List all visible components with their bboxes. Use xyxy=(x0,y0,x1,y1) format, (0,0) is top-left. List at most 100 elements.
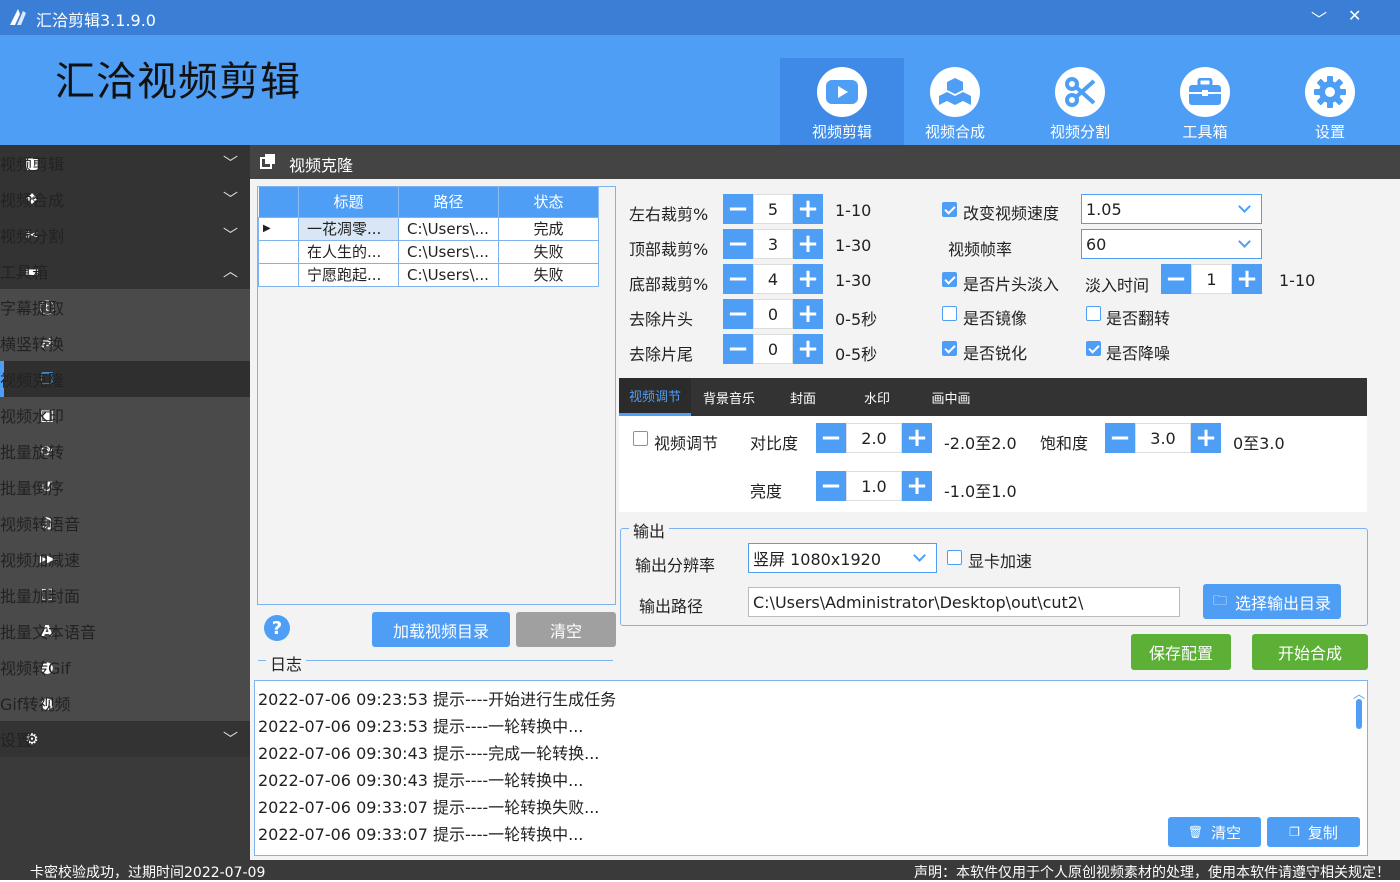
trim-tail-stepper[interactable]: −0 + xyxy=(723,334,823,364)
contrast-value[interactable]: 2.0 xyxy=(846,423,902,453)
cell-path[interactable]: C:\Users\... xyxy=(398,216,499,241)
crop-top-stepper[interactable]: −3 + xyxy=(723,229,823,259)
speed-select[interactable]: 1.05 xyxy=(1081,194,1262,224)
sidebar-item-video-to-gif[interactable]: ● 视频转Gif xyxy=(0,649,250,685)
sidebar-item-text-to-speech[interactable]: A 批量文本语音 xyxy=(0,613,250,649)
video-list-grid[interactable]: 标题 路径 状态 ▶ 一花凋零... C:\Users\... 完成 在人生的.… xyxy=(257,186,616,605)
resolution-select[interactable]: 竖屏 1080x1920 xyxy=(748,543,937,573)
clear-log-button[interactable]: 🗑 清空 xyxy=(1168,817,1261,847)
sidebar-item-batch-rotate[interactable]: ⟳ 批量旋转 xyxy=(0,433,250,469)
copy-log-button[interactable]: ❐ 复制 xyxy=(1267,817,1360,847)
trim-head-stepper[interactable]: −0 + xyxy=(723,299,823,329)
clear-list-button[interactable]: 清空 xyxy=(516,612,616,647)
nav-toolbox[interactable]: 工具箱 xyxy=(1143,58,1267,145)
plus-icon[interactable]: + xyxy=(793,264,823,294)
crop-bottom-stepper[interactable]: −4 + xyxy=(723,264,823,294)
column-header-status[interactable]: 状态 xyxy=(498,187,599,217)
brightness-value[interactable]: 1.0 xyxy=(846,471,902,501)
minus-icon[interactable]: − xyxy=(1161,264,1191,294)
close-button[interactable]: ✕ xyxy=(1348,6,1361,25)
saturation-value[interactable]: 3.0 xyxy=(1135,423,1191,453)
trim-tail-value[interactable]: 0 xyxy=(753,334,793,364)
minus-icon[interactable]: − xyxy=(723,229,753,259)
cell-path[interactable]: C:\Users\... xyxy=(398,262,499,287)
column-header-title[interactable]: 标题 xyxy=(298,187,399,217)
cell-status[interactable]: 失败 xyxy=(498,239,599,264)
sidebar-item-video-edit[interactable]: ■ 视频剪辑 ﹀ xyxy=(0,145,250,181)
brightness-stepper[interactable]: −1.0 + xyxy=(816,471,932,501)
gpu-accel-checkbox[interactable] xyxy=(947,550,962,565)
plus-icon[interactable]: + xyxy=(793,334,823,364)
tab-video-adjust[interactable]: 视频调节 xyxy=(619,378,691,416)
flip-checkbox[interactable] xyxy=(1086,306,1101,321)
cell-status[interactable]: 失败 xyxy=(498,262,599,287)
log-scrollbar-thumb[interactable] xyxy=(1356,699,1362,729)
plus-icon[interactable]: + xyxy=(793,194,823,224)
saturation-stepper[interactable]: −3.0 + xyxy=(1105,423,1221,453)
output-path-input[interactable]: C:\Users\Administrator\Desktop\out\cut2\ xyxy=(748,587,1180,617)
log-panel[interactable]: 2022-07-06 09:23:53 提示----开始进行生成任务 2022-… xyxy=(254,680,1368,856)
minus-icon[interactable]: − xyxy=(723,334,753,364)
cell-title[interactable]: 一花凋零... xyxy=(298,216,399,241)
sidebar-item-toolbox[interactable]: ▬ 工具箱 ︿ xyxy=(0,253,250,289)
minus-icon[interactable]: − xyxy=(723,194,753,224)
tab-background-music[interactable]: 背景音乐 xyxy=(695,378,763,416)
minimize-button[interactable]: ﹀ xyxy=(1311,6,1327,30)
video-adjust-checkbox[interactable] xyxy=(633,431,648,446)
plus-icon[interactable]: + xyxy=(902,471,932,501)
change-speed-checkbox[interactable] xyxy=(942,202,957,217)
sidebar-item-batch-cover[interactable]: ⛶ 批量加封面 xyxy=(0,577,250,613)
help-icon[interactable]: ? xyxy=(264,615,290,641)
plus-icon[interactable]: + xyxy=(793,229,823,259)
denoise-checkbox[interactable] xyxy=(1086,341,1101,356)
table-row[interactable]: ▶ 一花凋零... C:\Users\... 完成 xyxy=(258,216,599,241)
save-config-button[interactable]: 保存配置 xyxy=(1131,634,1231,670)
table-row[interactable]: 宁愿跑起... C:\Users\... 失败 xyxy=(258,262,599,287)
load-video-dir-button[interactable]: 加载视频目录 xyxy=(372,612,510,647)
sidebar-item-settings[interactable]: ⚙ 设置 ﹀ xyxy=(0,721,250,757)
table-row[interactable]: 在人生的... C:\Users\... 失败 xyxy=(258,239,599,264)
tab-watermark[interactable]: 水印 xyxy=(843,378,911,416)
start-compose-button[interactable]: 开始合成 xyxy=(1252,634,1368,670)
sidebar-item-video-clone[interactable]: ❐ 视频克隆 xyxy=(0,361,250,397)
minus-icon[interactable]: − xyxy=(723,264,753,294)
sidebar-item-video-compose[interactable]: ❖ 视频合成 ﹀ xyxy=(0,181,250,217)
minus-icon[interactable]: − xyxy=(816,423,846,453)
minus-icon[interactable]: − xyxy=(816,471,846,501)
crop-lr-stepper[interactable]: −5 + xyxy=(723,194,823,224)
trim-head-value[interactable]: 0 xyxy=(753,299,793,329)
fade-time-value[interactable]: 1 xyxy=(1191,264,1232,294)
plus-icon[interactable]: + xyxy=(1191,423,1221,453)
cell-title[interactable]: 宁愿跑起... xyxy=(298,262,399,287)
crop-lr-value[interactable]: 5 xyxy=(753,194,793,224)
tab-cover[interactable]: 封面 xyxy=(769,378,837,416)
column-header-path[interactable]: 路径 xyxy=(398,187,499,217)
minus-icon[interactable]: − xyxy=(723,299,753,329)
sidebar-item-batch-reverse[interactable]: ↺ 批量倒序 xyxy=(0,469,250,505)
sidebar-item-watermark[interactable]: ▣ 视频水印 xyxy=(0,397,250,433)
cell-title[interactable]: 在人生的... xyxy=(298,239,399,264)
nav-video-compose[interactable]: 视频合成 xyxy=(893,58,1017,145)
sidebar-item-video-to-audio[interactable]: ♫ 视频转语音 xyxy=(0,505,250,541)
cell-status[interactable]: 完成 xyxy=(498,216,599,241)
sidebar-item-video-split[interactable]: ✂ 视频分割 ﹀ xyxy=(0,217,250,253)
crop-top-value[interactable]: 3 xyxy=(753,229,793,259)
sharpen-checkbox[interactable] xyxy=(942,341,957,356)
tab-picture-in-picture[interactable]: 画中画 xyxy=(917,378,985,416)
plus-icon[interactable]: + xyxy=(1232,264,1262,294)
nav-video-split[interactable]: 视频分割 xyxy=(1018,58,1142,145)
choose-output-dir-button[interactable]: 🗀 选择输出目录 xyxy=(1203,584,1341,619)
contrast-stepper[interactable]: −2.0 + xyxy=(816,423,932,453)
sidebar-item-gif-to-video[interactable]: ● Gif转视频 xyxy=(0,685,250,721)
plus-icon[interactable]: + xyxy=(902,423,932,453)
sidebar-item-subtitle-extract[interactable]: ⓣ 字幕提取 xyxy=(0,289,250,325)
sidebar-item-speed[interactable]: ▶▶ 视频加减速 xyxy=(0,541,250,577)
plus-icon[interactable]: + xyxy=(793,299,823,329)
crop-bottom-value[interactable]: 4 xyxy=(753,264,793,294)
fade-time-stepper[interactable]: −1 + xyxy=(1161,264,1262,294)
fade-in-checkbox[interactable] xyxy=(942,272,957,287)
cell-path[interactable]: C:\Users\... xyxy=(398,239,499,264)
nav-settings[interactable]: 设置 xyxy=(1268,58,1392,145)
nav-video-edit[interactable]: 视频剪辑 xyxy=(780,58,904,145)
fps-select[interactable]: 60 xyxy=(1081,229,1262,259)
